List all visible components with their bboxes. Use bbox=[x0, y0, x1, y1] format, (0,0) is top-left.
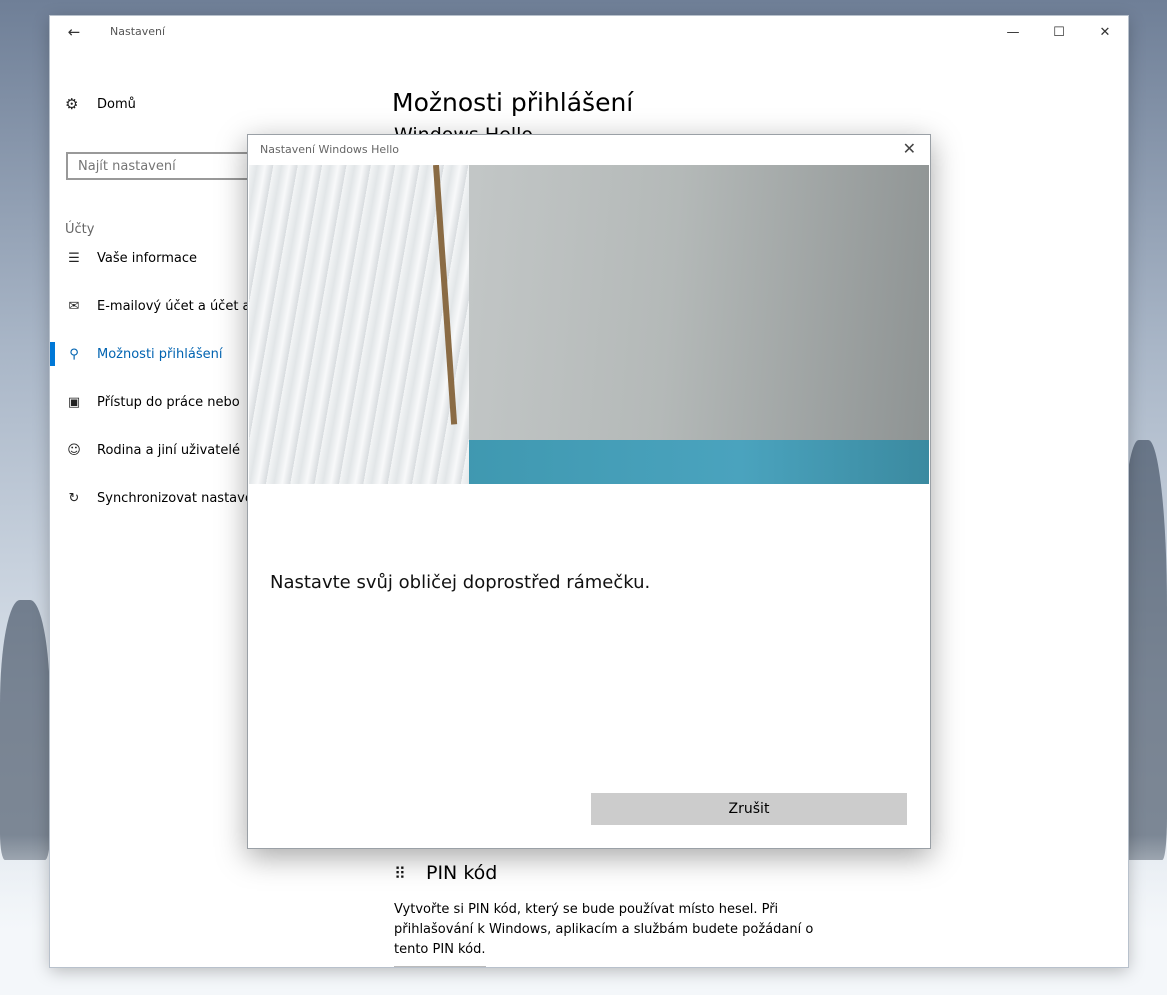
maximize-icon: ☐ bbox=[1053, 24, 1065, 40]
pin-add-button[interactable] bbox=[394, 966, 486, 967]
page-title: Možnosti přihlášení bbox=[392, 88, 634, 117]
sidebar-item-label: E-mailový účet a účet a bbox=[97, 298, 251, 314]
sidebar-item-label: Rodina a jiní uživatelé bbox=[97, 442, 240, 458]
close-icon: ✕ bbox=[1099, 24, 1111, 40]
window-title: Nastavení bbox=[110, 25, 166, 38]
dialog-close-button[interactable]: ✕ bbox=[903, 139, 916, 158]
section-label: Účty bbox=[65, 222, 95, 237]
sidebar-item-label: Možnosti přihlášení bbox=[97, 346, 223, 362]
sidebar-item-label: Přístup do práce nebo bbox=[97, 394, 240, 410]
close-icon: ✕ bbox=[902, 139, 916, 158]
mail-icon: ✉ bbox=[68, 298, 80, 314]
close-button[interactable]: ✕ bbox=[1082, 16, 1128, 48]
pin-heading-label: PIN kód bbox=[426, 862, 498, 884]
key-icon: ⚲ bbox=[69, 346, 79, 362]
minimize-icon: — bbox=[1006, 24, 1020, 40]
home-label: Domů bbox=[97, 96, 136, 112]
back-button[interactable]: ← bbox=[60, 20, 88, 44]
sync-icon: ↻ bbox=[68, 490, 80, 506]
briefcase-icon: ▣ bbox=[67, 394, 81, 410]
pin-heading: ⠿ PIN kód bbox=[394, 862, 497, 884]
title-bar: ← Nastavení — ☐ ✕ bbox=[50, 16, 1128, 48]
back-arrow-icon: ← bbox=[67, 23, 81, 41]
cancel-button[interactable]: Zrušit bbox=[591, 793, 907, 825]
sidebar-item-label: Vaše informace bbox=[97, 250, 198, 266]
maximize-button[interactable]: ☐ bbox=[1036, 16, 1082, 48]
keypad-icon: ⠿ bbox=[394, 863, 406, 883]
pin-description: Vytvořte si PIN kód, který se bude použí… bbox=[394, 902, 814, 957]
camera-preview bbox=[249, 165, 929, 484]
person-card-icon: ☰ bbox=[68, 250, 80, 266]
dialog-instruction: Nastavte svůj obličej doprostřed rámečku… bbox=[270, 572, 651, 593]
home-nav[interactable]: ⚙ Domů bbox=[65, 92, 136, 116]
sidebar-item-label: Synchronizovat nastave bbox=[97, 490, 253, 506]
person-add-icon: ☺ bbox=[67, 442, 81, 458]
minimize-button[interactable]: — bbox=[990, 16, 1036, 48]
windows-hello-dialog: Nastavení Windows Hello ✕ Nastavte svůj … bbox=[247, 134, 931, 849]
gear-icon: ⚙ bbox=[65, 95, 79, 113]
dialog-title: Nastavení Windows Hello bbox=[260, 143, 400, 156]
